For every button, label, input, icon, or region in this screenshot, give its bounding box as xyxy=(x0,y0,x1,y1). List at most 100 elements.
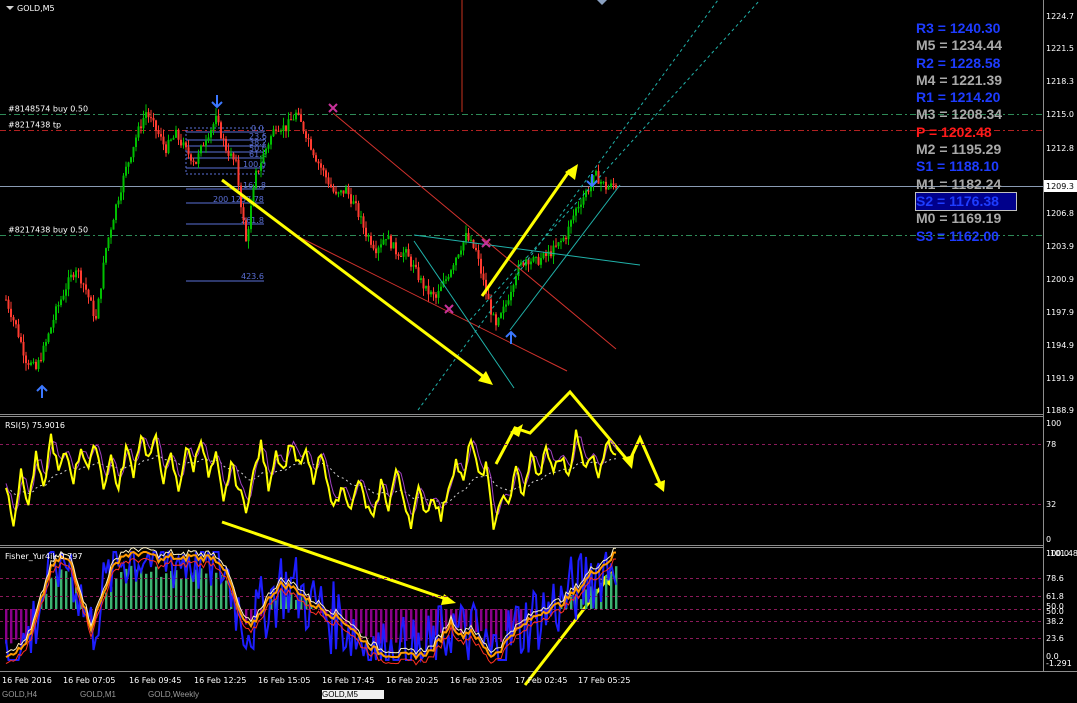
rsi-tick: 0 xyxy=(1046,535,1051,544)
candle xyxy=(238,155,240,190)
pivot-level-label: R2 = 1228.58 xyxy=(916,55,1016,72)
time-tick: 17 Feb 02:45 xyxy=(515,676,567,685)
histogram-bar xyxy=(65,571,67,609)
histogram-bar xyxy=(130,566,132,609)
time-tick: 16 Feb 07:05 xyxy=(63,676,115,685)
price-tick: 1215.0 xyxy=(1046,110,1074,119)
histogram-bar xyxy=(45,594,47,609)
price-tick: 1218.3 xyxy=(1046,77,1074,86)
rsi-tick: 100 xyxy=(1046,419,1061,428)
fib-label: 200 1257.78 xyxy=(213,195,264,204)
pivot-level-label: P = 1202.48 xyxy=(916,124,1016,141)
price-tick: 1221.5 xyxy=(1046,44,1074,53)
order-line-label: #8217438 buy 0.50 xyxy=(8,226,88,235)
price-tick: 1191.9 xyxy=(1046,374,1074,383)
histogram-bar xyxy=(580,599,582,609)
time-tick: 16 Feb 12:25 xyxy=(194,676,246,685)
candle xyxy=(105,248,107,265)
histogram-bar xyxy=(115,578,117,609)
candle xyxy=(473,239,475,249)
candle xyxy=(113,219,115,230)
histogram-bar xyxy=(185,578,187,609)
time-tick: 16 Feb 17:45 xyxy=(322,676,374,685)
time-tick: 16 Feb 15:05 xyxy=(258,676,310,685)
tab-gold-weekly[interactable]: GOLD,Weekly xyxy=(148,690,232,699)
histogram-bar xyxy=(225,581,227,609)
rsi-tick: 78 xyxy=(1046,440,1056,449)
time-tick: 16 Feb 20:25 xyxy=(386,676,438,685)
candle xyxy=(50,327,52,334)
pivot-level-label: S3 = 1162.00 xyxy=(916,228,1016,245)
price-tick: 1197.9 xyxy=(1046,308,1074,317)
price-tick: 1200.9 xyxy=(1046,275,1074,284)
histogram-bar xyxy=(180,579,182,609)
fisher-tick: 23.6 xyxy=(1046,634,1064,643)
histogram-bar xyxy=(15,609,17,640)
histogram-bar xyxy=(395,609,397,643)
rsi-tick: 32 xyxy=(1046,500,1056,509)
time-tick: 16 Feb 23:05 xyxy=(450,676,502,685)
pivot-level-label: M5 = 1234.44 xyxy=(916,37,1016,54)
histogram-bar xyxy=(480,609,482,631)
fisher-tick: 38.2 xyxy=(1046,617,1064,626)
histogram-bar xyxy=(145,574,147,609)
tab-gold-m5[interactable]: GOLD,M5 xyxy=(322,690,384,699)
time-tick: 17 Feb 05:25 xyxy=(578,676,630,685)
fib-label: 423.6 xyxy=(241,272,264,281)
histogram-bar xyxy=(500,609,502,642)
fisher-tick: 61.8 xyxy=(1046,592,1064,601)
histogram-bar xyxy=(165,573,167,609)
current-price-label: 1209.3 xyxy=(1046,182,1074,191)
trading-chart-window[interactable]: GOLD,M5 #8148574 buy 0.50 #8217438 tp #821… xyxy=(0,0,1077,699)
time-tick: 16 Feb 09:45 xyxy=(129,676,181,685)
histogram-bar xyxy=(365,609,367,636)
chart-tabs-bar[interactable]: GOLD,H4 GOLD,M1 GOLD,Weekly GOLD,M5 xyxy=(0,689,1077,699)
histogram-bar xyxy=(420,609,422,641)
pivot-level-label: M3 = 1208.34 xyxy=(916,106,1016,123)
fisher-tick: 101.48 xyxy=(1050,549,1077,558)
candle xyxy=(245,217,247,242)
rsi-title: RSI(5) 75.9016 xyxy=(5,421,65,430)
fisher-tick: 50.0 xyxy=(1046,607,1064,616)
histogram-bar xyxy=(370,609,372,637)
pivot-level-label: M4 = 1221.39 xyxy=(916,72,1016,89)
price-tick: 1224.7 xyxy=(1046,12,1074,21)
order-line-label: #8217438 tp xyxy=(8,121,61,130)
candle xyxy=(393,242,395,248)
histogram-bar xyxy=(615,566,617,609)
pivot-level-label: R3 = 1240.30 xyxy=(916,20,1016,37)
histogram-bar xyxy=(50,578,52,609)
tab-gold-m1[interactable]: GOLD,M1 xyxy=(80,690,144,699)
fisher-tick: 78.6 xyxy=(1046,574,1064,583)
symbol-title: GOLD,M5 xyxy=(17,4,55,13)
pivot-level-label: S1 = 1188.10 xyxy=(916,158,1016,175)
histogram-bar xyxy=(120,572,122,609)
fisher-title: Fisher_Yur4ik 0.797 xyxy=(5,552,82,561)
pivot-level-label: S2 = 1176.38 xyxy=(916,193,1016,210)
fisher-tick: -1.291 xyxy=(1046,659,1072,668)
histogram-bar xyxy=(605,575,607,609)
candle xyxy=(220,121,222,140)
candle xyxy=(255,168,257,190)
price-tick: 1206.8 xyxy=(1046,209,1074,218)
price-tick: 1188.9 xyxy=(1046,406,1074,415)
price-tick: 1194.9 xyxy=(1046,341,1074,350)
order-line-label: #8148574 buy 0.50 xyxy=(8,105,88,114)
pivot-level-label: M0 = 1169.19 xyxy=(916,210,1016,227)
pivot-level-label: M2 = 1195.29 xyxy=(916,141,1016,158)
time-tick: 16 Feb 2016 xyxy=(2,676,52,685)
histogram-bar xyxy=(150,572,152,609)
histogram-bar xyxy=(155,567,157,609)
price-tick: 1212.8 xyxy=(1046,144,1074,153)
histogram-bar xyxy=(160,577,162,609)
price-tick: 1203.9 xyxy=(1046,242,1074,251)
candle xyxy=(450,269,452,278)
histogram-bar xyxy=(60,569,62,609)
candle xyxy=(390,234,392,251)
histogram-bar xyxy=(570,595,572,609)
histogram-bar xyxy=(140,569,142,609)
pivot-levels-panel: R3 = 1240.30M5 = 1234.44R2 = 1228.58M4 =… xyxy=(916,20,1016,245)
fib-label: 100.0 xyxy=(243,160,266,169)
tab-gold-h4[interactable]: GOLD,H4 xyxy=(2,690,76,699)
pivot-level-label: R1 = 1214.20 xyxy=(916,89,1016,106)
